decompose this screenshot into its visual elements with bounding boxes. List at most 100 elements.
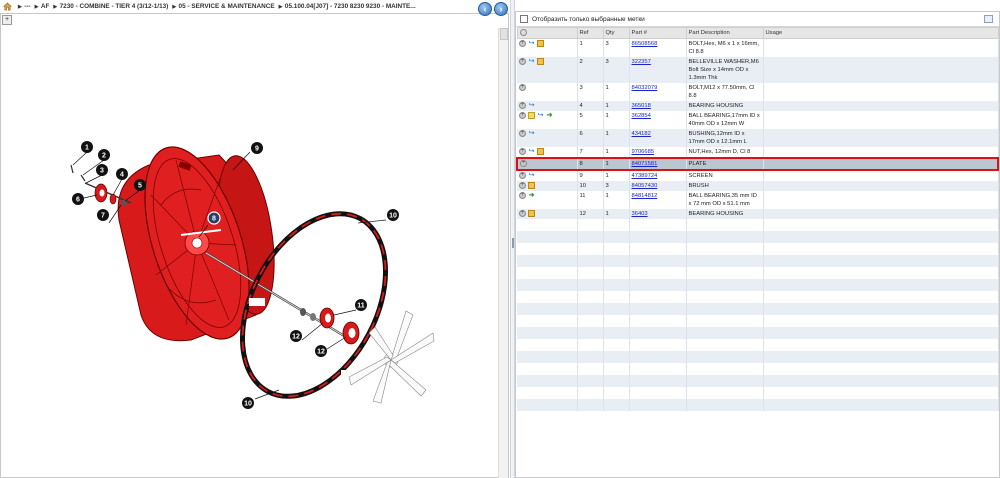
- breadcrumb-item[interactable]: ▶ ---: [18, 3, 31, 10]
- replacement-arrow-icon[interactable]: ↪: [528, 172, 535, 179]
- add-to-cart-icon[interactable]: [519, 111, 526, 120]
- kit-box-icon[interactable]: [537, 148, 544, 156]
- kit-box-icon[interactable]: [528, 182, 535, 190]
- row-actions: ↪: [517, 129, 578, 148]
- part-number-link[interactable]: 84032079: [632, 85, 658, 91]
- settings-icon[interactable]: [519, 28, 527, 36]
- callout-10-top[interactable]: 10: [387, 209, 399, 221]
- col-ref-header[interactable]: Ref: [576, 27, 604, 39]
- add-to-cart-icon[interactable]: [519, 171, 526, 180]
- callout-12-left[interactable]: 12: [290, 330, 302, 342]
- description-cell: BALL BEARING,35 mm ID x 72 mm OD x 51.1 …: [686, 191, 764, 210]
- part-number-link[interactable]: 84814812: [632, 193, 658, 199]
- empty-cell: [629, 279, 687, 292]
- alternate-part-icon[interactable]: ➜: [528, 192, 535, 199]
- callout-1[interactable]: 1: [81, 141, 93, 153]
- callout-7[interactable]: 7: [97, 209, 109, 221]
- col-part-header[interactable]: Part #: [628, 27, 687, 39]
- add-to-cart-icon[interactable]: [519, 209, 526, 218]
- callout-3[interactable]: 3: [96, 164, 108, 176]
- back-button[interactable]: ‹: [478, 2, 492, 16]
- table-row[interactable]: ↪ 9147389724 SCREEN: [517, 170, 999, 182]
- kit-box-icon[interactable]: [537, 40, 544, 47]
- empty-cell: [686, 375, 764, 388]
- row-actions: ➜: [517, 191, 578, 210]
- part-number-link[interactable]: 9706685: [632, 149, 655, 155]
- export-icon[interactable]: [984, 15, 993, 23]
- callout-9[interactable]: 9: [251, 142, 263, 154]
- add-to-cart-icon[interactable]: [519, 39, 526, 47]
- part-number-link[interactable]: 36403: [632, 211, 648, 217]
- callout-10-bottom[interactable]: 10: [242, 397, 254, 409]
- empty-cell: [517, 219, 578, 232]
- part-number-link[interactable]: 84057430: [632, 183, 658, 189]
- table-row[interactable]: ↪ 41365018 BEARING HOUSING: [517, 101, 999, 112]
- add-to-cart-icon[interactable]: [519, 181, 526, 190]
- svg-text:12: 12: [317, 349, 325, 356]
- replacement-arrow-icon[interactable]: ↪: [528, 58, 535, 65]
- part-number-link[interactable]: 47389724: [632, 173, 658, 179]
- table-row[interactable]: ↪ 1386508568 BOLT,Hex, M6 x 1 x 16mm, Cl 8…: [517, 38, 999, 57]
- kit-box-icon[interactable]: [528, 210, 535, 218]
- replacement-arrow-icon[interactable]: ↪: [528, 148, 535, 155]
- expand-icon[interactable]: +: [2, 15, 12, 25]
- forward-button[interactable]: ›: [494, 2, 508, 16]
- part-number-link[interactable]: 362854: [632, 113, 651, 119]
- empty-cell: [603, 351, 630, 364]
- row-actions: [517, 83, 578, 101]
- empty-cell: [763, 363, 999, 376]
- add-to-cart-icon[interactable]: [519, 101, 526, 109]
- add-to-cart-icon[interactable]: [519, 57, 526, 65]
- breadcrumb-item[interactable]: ▶ 05 - SERVICE & MAINTENANCE: [172, 3, 274, 10]
- add-to-cart-icon[interactable]: [519, 191, 526, 200]
- alternate-part-icon[interactable]: ➜: [546, 112, 553, 119]
- callout-5[interactable]: 5: [134, 179, 146, 191]
- diagram-scrollbar[interactable]: [498, 28, 508, 478]
- add-to-cart-icon[interactable]: [519, 147, 526, 156]
- add-to-cart-icon[interactable]: [519, 83, 526, 91]
- table-row[interactable]: ↪ 719706685 NUT,Hex, 12mm D, Cl 8: [517, 147, 999, 159]
- replacement-arrow-icon[interactable]: ↪: [528, 130, 535, 137]
- table-row[interactable]: 8184071581 PLATE: [516, 157, 999, 172]
- replacement-arrow-icon[interactable]: ↪: [537, 112, 544, 119]
- col-qty-header[interactable]: Qty: [602, 27, 630, 39]
- table-row[interactable]: ↪ 61434182 BUSHING,12mm ID x 17mm OD x 12.…: [517, 129, 999, 148]
- empty-cell: [603, 399, 630, 412]
- empty-cell: [517, 351, 578, 364]
- empty-cell: [603, 255, 630, 268]
- col-usage-header[interactable]: Usage: [762, 27, 999, 39]
- part-number-link[interactable]: 86508568: [632, 41, 658, 47]
- callout-11[interactable]: 11: [355, 299, 367, 311]
- empty-cell: [686, 339, 764, 352]
- breadcrumb-item[interactable]: ▶ 7230 - COMBINE - TIER 4 (3/12-1/13): [53, 3, 168, 10]
- callout-6[interactable]: 6: [72, 193, 84, 205]
- callout-8[interactable]: 8: [207, 211, 221, 225]
- kit-box-icon[interactable]: [537, 58, 544, 65]
- table-row[interactable]: ➜11184814812BALL BEARING,35 mm ID x 72 m…: [517, 191, 999, 210]
- callout-2[interactable]: 2: [98, 149, 110, 161]
- replacement-arrow-icon[interactable]: ↪: [528, 40, 535, 47]
- empty-cell: [629, 351, 687, 364]
- table-row[interactable]: 12136403 BEARING HOUSING: [517, 209, 999, 220]
- breadcrumb-item[interactable]: ▶ 05.100.04[J07] - 7230 8230 9230 - MAIN…: [279, 3, 416, 10]
- table-row[interactable]: 10384057430 BRUSH: [517, 181, 999, 192]
- callout-4[interactable]: 4: [116, 168, 128, 180]
- table-row[interactable]: ↪➜51362854BALL BEARING,17mm ID x 40mm OD…: [517, 111, 999, 130]
- col-desc-header[interactable]: Part Description: [685, 27, 764, 39]
- show-selected-checkbox[interactable]: [520, 15, 528, 23]
- part-number-link[interactable]: 434182: [632, 131, 651, 137]
- note-icon[interactable]: [528, 112, 535, 120]
- empty-cell: [763, 231, 999, 244]
- table-row[interactable]: 3184032079 BOLT,M12 x 77.50mm, Cl 8.8: [517, 83, 999, 101]
- add-to-cart-icon[interactable]: [519, 129, 526, 138]
- add-to-cart-icon[interactable]: [520, 159, 527, 168]
- part-number-link[interactable]: 322357: [632, 59, 651, 65]
- breadcrumb-item[interactable]: ▶ AF: [35, 3, 50, 10]
- replacement-arrow-icon[interactable]: ↪: [528, 102, 535, 109]
- table-row[interactable]: ↪ 23322357 BELLEVILLE WASHER,M6 Bolt Size …: [517, 57, 999, 83]
- callout-12-right[interactable]: 12: [315, 345, 327, 357]
- row-actions: [517, 209, 578, 220]
- part-number-link[interactable]: 84071581: [632, 161, 658, 167]
- home-icon[interactable]: [3, 2, 12, 11]
- part-number-link[interactable]: 365018: [632, 103, 651, 109]
